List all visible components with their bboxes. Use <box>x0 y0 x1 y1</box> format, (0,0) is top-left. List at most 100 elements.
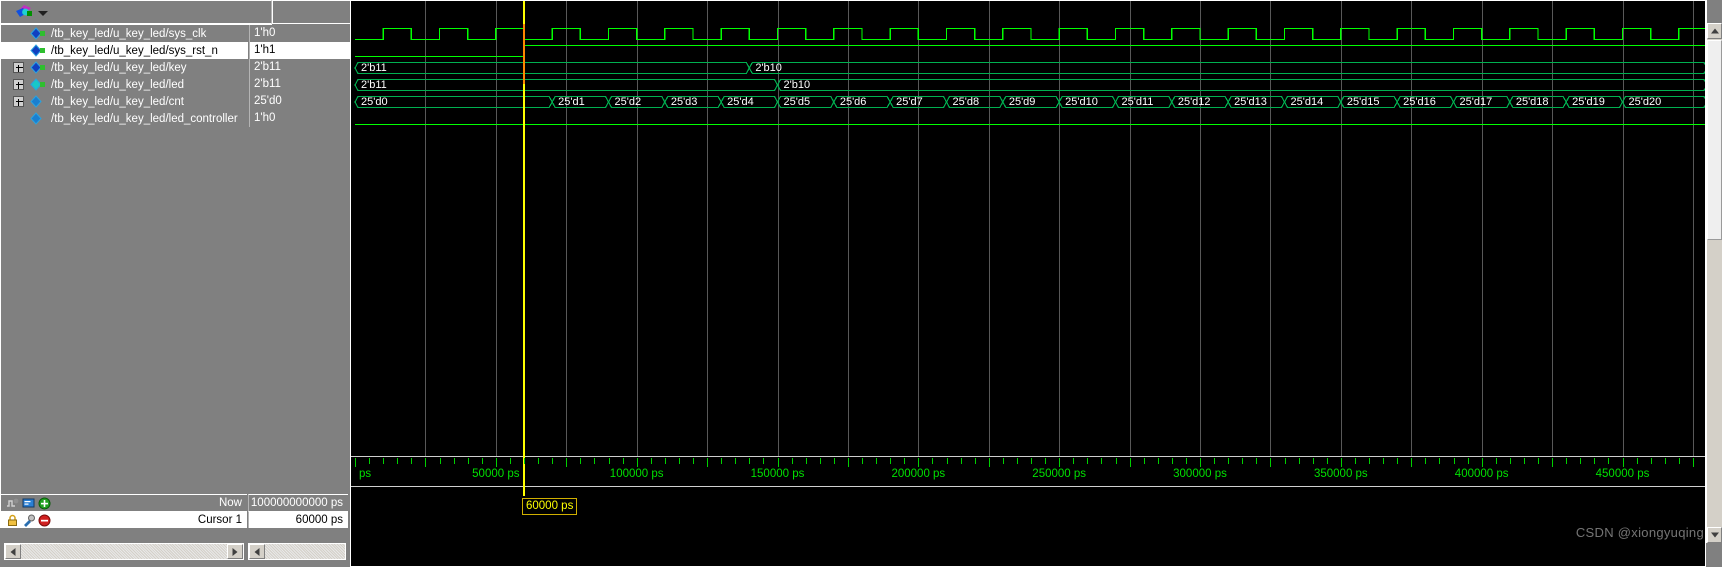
axis-minor-tick <box>1326 458 1328 464</box>
cursor-label-cell: Cursor 1 <box>0 511 247 528</box>
signal-name-cell[interactable]: /tb_key_led/u_key_led/sys_clk <box>1 25 248 42</box>
axis-major-tick <box>777 458 779 467</box>
bus-value-label: 2'b11 <box>361 62 387 74</box>
signal-out-bus-icon <box>30 78 45 91</box>
axis-minor-tick <box>1242 458 1244 464</box>
signal-name-label: /tb_key_led/u_key_led/led_controller <box>51 112 238 125</box>
wave-vscrollbar[interactable] <box>1706 0 1722 543</box>
signal-in-icon <box>30 27 45 40</box>
signal-name-cell[interactable]: /tb_key_led/u_key_led/sys_rst_n <box>1 42 248 59</box>
signal-row[interactable]: /tb_key_led/u_key_led/led 2'b11 <box>1 76 361 93</box>
expand-toggle-icon[interactable] <box>13 96 24 107</box>
axis-minor-tick <box>664 458 666 464</box>
bus-value-label: 25'd16 <box>1403 96 1436 108</box>
expand-toggle-icon[interactable] <box>13 62 24 73</box>
expand-toggle-icon[interactable] <box>13 79 24 90</box>
axis-major-tick <box>1692 458 1694 467</box>
signal-row[interactable]: /tb_key_led/u_key_led/sys_rst_n 1'h1 <box>1 42 361 59</box>
signal-row[interactable]: /tb_key_led/u_key_led/led_controller 1'h0 <box>1 110 361 127</box>
add-cursor-icon[interactable] <box>38 497 51 510</box>
wave-compare-icon[interactable] <box>6 497 19 510</box>
signal-name-cell[interactable]: /tb_key_led/u_key_led/key <box>1 59 248 76</box>
axis-minor-tick <box>1228 458 1230 464</box>
signal-name-cell[interactable]: /tb_key_led/u_key_led/led_controller <box>1 110 248 127</box>
axis-major-tick <box>566 458 568 467</box>
axis-tick-label: 150000 ps <box>750 468 805 480</box>
cursor-line[interactable] <box>523 24 525 456</box>
annotate-icon[interactable] <box>22 497 35 510</box>
axis-tick-label: 250000 ps <box>1032 468 1087 480</box>
names-scroll-right-button[interactable] <box>227 544 243 559</box>
delete-cursor-icon[interactable] <box>38 514 51 527</box>
wave-gridline <box>1340 1 1342 24</box>
bus-value-label: 25'd9 <box>1008 96 1036 108</box>
axis-tick-label: 50000 ps <box>472 468 520 480</box>
names-hscrollbar[interactable] <box>4 543 244 560</box>
axis-minor-tick <box>974 458 976 464</box>
configure-cursor-icon[interactable] <box>22 514 35 527</box>
chevron-down-icon[interactable] <box>38 11 48 16</box>
signal-internal-icon <box>30 112 42 125</box>
signal-row[interactable]: /tb_key_led/u_key_led/sys_clk 1'h0 <box>1 25 361 42</box>
values-hscrollbar[interactable] <box>248 543 346 560</box>
names-scroll-track[interactable] <box>21 544 227 559</box>
signal-list[interactable]: /tb_key_led/u_key_led/sys_clk 1'h0/tb_key… <box>0 24 361 494</box>
wave-gridline <box>636 1 638 24</box>
signal-in-bus-icon <box>30 61 45 74</box>
axis-minor-tick <box>735 458 737 464</box>
arrow-left-icon <box>10 547 16 556</box>
axis-origin-label: ps <box>359 468 372 480</box>
wave-gridline <box>847 1 849 24</box>
wave-gridline <box>1692 1 1694 24</box>
bus-value-label: 2'b11 <box>361 79 387 91</box>
cursor-line-highlight <box>523 24 525 84</box>
axis-minor-tick <box>833 458 835 464</box>
bus-value-label: 25'd6 <box>839 96 867 108</box>
cursor-line[interactable] <box>523 1 525 24</box>
values-scroll-track[interactable] <box>265 544 345 559</box>
axis-major-tick <box>355 458 356 467</box>
values-scroll-left-button[interactable] <box>249 544 265 559</box>
cursor-row[interactable]: Cursor 1 60000 ps <box>0 511 350 528</box>
cursor-bar[interactable]: 60000 ps <box>351 496 1705 542</box>
axis-major-tick <box>988 458 990 467</box>
signal-name-cell[interactable]: /tb_key_led/u_key_led/cnt <box>1 93 248 110</box>
vscroll-down-button[interactable] <box>1707 527 1722 543</box>
wave-gridline <box>1481 1 1483 24</box>
axis-minor-tick <box>1185 458 1187 464</box>
signal-name-cell[interactable]: /tb_key_led/u_key_led/led <box>1 76 248 93</box>
axis-major-tick <box>918 458 920 467</box>
arrow-right-icon <box>232 547 238 556</box>
axis-minor-tick <box>1369 458 1370 464</box>
now-label-cell: Now <box>0 494 247 511</box>
bus-value-label: 25'd0 <box>361 96 388 108</box>
arrow-up-icon <box>1710 28 1719 34</box>
axis-minor-tick <box>1045 458 1047 464</box>
signal-row[interactable]: /tb_key_led/u_key_led/key 2'b11 <box>1 59 361 76</box>
signal-row[interactable]: /tb_key_led/u_key_led/cnt 25'd0 <box>1 93 361 110</box>
axis-major-tick <box>1411 458 1413 467</box>
wave-gridline <box>1552 1 1554 24</box>
axis-minor-tick <box>411 458 413 464</box>
axis-minor-tick <box>383 458 385 464</box>
axis-minor-tick <box>932 458 934 464</box>
vscroll-up-button[interactable] <box>1707 23 1722 39</box>
axis-minor-tick <box>481 458 483 464</box>
axis-minor-tick <box>1073 458 1075 464</box>
names-scroll-left-button[interactable] <box>5 544 21 559</box>
axis-minor-tick <box>1214 458 1216 464</box>
vscroll-top-gap <box>1707 0 1722 23</box>
waveform-pane[interactable]: ps 50000 ps 100000 ps 150000 ps 200000 ps 250… <box>350 0 1706 567</box>
waveform-canvas[interactable] <box>351 24 1705 456</box>
axis-tick-label: 200000 ps <box>891 468 946 480</box>
time-axis[interactable]: ps 50000 ps 100000 ps 150000 ps 200000 ps 250… <box>351 456 1705 496</box>
axis-minor-tick <box>1678 458 1680 464</box>
axis-top-rule <box>351 456 1705 457</box>
lock-icon[interactable] <box>6 514 19 527</box>
cursor-time-badge[interactable]: 60000 ps <box>522 498 578 515</box>
vscroll-thumb[interactable] <box>1707 40 1722 240</box>
axis-minor-tick <box>1354 458 1356 464</box>
axis-major-tick <box>1552 458 1554 467</box>
axis-minor-tick <box>1143 458 1145 464</box>
wave-gridline <box>1059 1 1061 24</box>
